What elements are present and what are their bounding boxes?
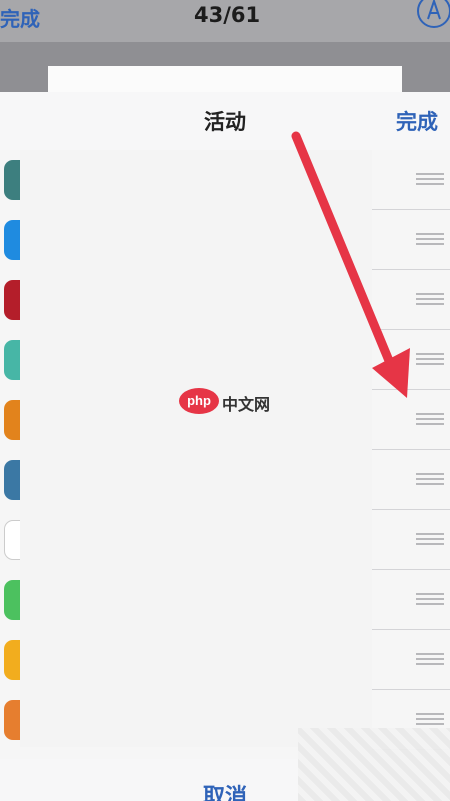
annotation-arrow-icon <box>291 131 410 398</box>
blurred-area <box>298 728 450 801</box>
